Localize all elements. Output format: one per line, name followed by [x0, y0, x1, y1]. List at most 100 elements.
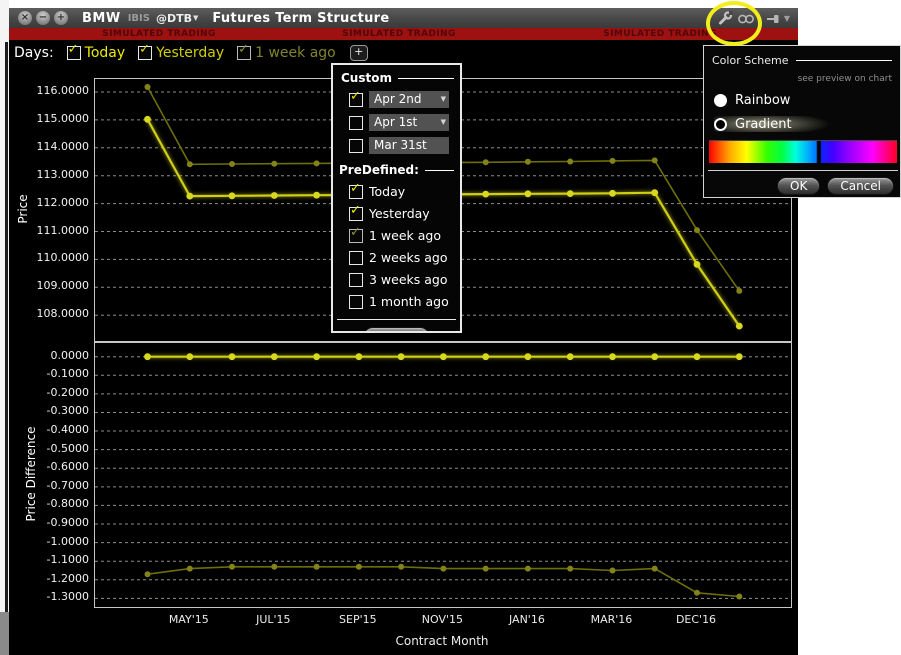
color-option-rainbow: Rainbow	[714, 92, 900, 108]
cancel-button[interactable]: Cancel	[827, 177, 894, 195]
predefined-section-header: PreDefined:	[339, 163, 454, 177]
plot-price-difference	[94, 342, 792, 608]
date-dropdown[interactable]: Apr 2nd▼	[369, 91, 449, 108]
background-window-corner	[0, 612, 9, 655]
x-tick-label: DEC'16	[676, 613, 716, 626]
predefined-checkbox[interactable]: ✓	[349, 229, 363, 243]
custom-date-row: Mar 31st	[349, 137, 460, 154]
preview-hint: see preview on chart	[704, 74, 892, 84]
ok-button[interactable]: OK	[777, 177, 820, 195]
caret-down-icon[interactable]: ▼	[784, 14, 790, 23]
rainbow-radio[interactable]	[714, 94, 727, 107]
day-checkbox[interactable]: ✓	[237, 46, 251, 60]
radio-label: Gradient	[735, 117, 792, 132]
gradient-radio[interactable]	[714, 118, 727, 131]
data-point	[314, 564, 320, 570]
x-tick-label: JUL'15	[256, 613, 290, 626]
app-window: ×−+ BMW IBIS @DTB ▼ Futures Term Structu…	[9, 8, 798, 655]
data-point	[483, 566, 489, 572]
custom-date-checkbox[interactable]: ✓	[349, 93, 363, 107]
predefined-label: 1 week ago	[369, 228, 441, 243]
venue-label[interactable]: @DTB	[156, 12, 192, 25]
link-icon[interactable]	[737, 12, 755, 26]
predefined-row-2-weeks-ago: 2 weeks ago	[349, 250, 460, 265]
y-tick-label: 113.0000	[9, 168, 89, 181]
pin-icon[interactable]	[766, 12, 780, 26]
data-point	[567, 159, 573, 165]
data-point	[525, 190, 532, 197]
simulated-trading-banner: SIMULATED TRADINGSIMULATED TRADINGSIMULA…	[9, 28, 798, 40]
y-tick-label: -1.0000	[9, 535, 89, 548]
radio-label: Rainbow	[735, 93, 790, 108]
data-point	[736, 323, 743, 330]
y-tick-label: 110.0000	[9, 251, 89, 264]
data-point	[144, 116, 151, 123]
data-point	[694, 227, 700, 233]
data-point	[736, 594, 742, 600]
close-button[interactable]: ×	[18, 11, 32, 25]
data-point	[652, 566, 658, 572]
predefined-checkbox[interactable]	[349, 251, 363, 265]
date-dropdown[interactable]: Mar 31st	[369, 137, 449, 154]
divider	[337, 319, 456, 320]
title-bar: ×−+ BMW IBIS @DTB ▼ Futures Term Structu…	[9, 8, 798, 28]
data-point	[694, 590, 700, 596]
custom-date-checkbox[interactable]	[349, 139, 363, 153]
date-dropdown-value: Apr 2nd	[374, 92, 438, 106]
x-tick-label: NOV'15	[422, 613, 463, 626]
divider	[398, 78, 454, 79]
data-point	[525, 159, 531, 165]
custom-section-title: Custom	[341, 71, 392, 85]
days-items: ✓Today✓Yesterday✓1 week ago	[54, 45, 336, 61]
data-point	[229, 353, 236, 360]
custom-date-checkbox[interactable]	[349, 116, 363, 130]
dropdown-caret-icon: ▼	[441, 95, 446, 103]
data-point	[271, 353, 278, 360]
venue-caret-icon[interactable]: ▼	[193, 14, 198, 22]
gradient-preview-bar[interactable]	[709, 140, 897, 163]
y-tick-label: 108.0000	[9, 307, 89, 320]
wrench-icon[interactable]	[717, 11, 733, 26]
data-point	[271, 564, 277, 570]
add-days-button[interactable]: +	[350, 45, 368, 61]
data-point	[186, 353, 193, 360]
y-tick-label: -0.2000	[9, 386, 89, 399]
dropdown-caret-icon: ▼	[441, 118, 446, 126]
predefined-row-today: ✓Today	[349, 184, 460, 199]
predefined-checkbox[interactable]	[349, 295, 363, 309]
day-checkbox[interactable]: ✓	[67, 46, 81, 60]
simulated-trading-text: SIMULATED TRADING	[603, 29, 717, 39]
y-tick-label: 116.0000	[9, 84, 89, 97]
day-toggle-1-week-ago: ✓ 1 week ago	[237, 45, 336, 61]
custom-date-row: ✓ Apr 2nd▼	[349, 91, 460, 108]
day-checkbox[interactable]: ✓	[138, 46, 152, 60]
data-point	[187, 566, 193, 572]
day-label: Yesterday	[156, 45, 224, 61]
predefined-label: 3 weeks ago	[369, 272, 448, 287]
y-tick-label: -0.7000	[9, 479, 89, 492]
data-point	[609, 353, 616, 360]
predefined-checkbox[interactable]: ✓	[349, 185, 363, 199]
simulated-trading-text: SIMULATED TRADING	[342, 29, 456, 39]
day-label: 1 week ago	[255, 45, 336, 61]
date-dropdown[interactable]: Apr 1st▼	[369, 114, 449, 131]
data-point	[229, 192, 236, 199]
predefined-checkbox[interactable]: ✓	[349, 207, 363, 221]
data-point	[313, 353, 320, 360]
days-label: Days:	[14, 45, 54, 61]
x-tick-label: MAY'15	[169, 613, 209, 626]
data-point	[356, 564, 362, 570]
custom-date-rows: ✓Apr 2nd▼Apr 1st▼Mar 31st	[333, 91, 460, 154]
data-point	[652, 157, 658, 163]
window-title: Futures Term Structure	[212, 11, 389, 26]
predefined-checkbox[interactable]	[349, 273, 363, 287]
data-point	[186, 193, 193, 200]
color-scheme-title: Color Scheme	[712, 54, 788, 67]
close-button[interactable]: Close	[363, 327, 429, 333]
predefined-row-1-month-ago: 1 month ago	[349, 294, 460, 309]
y-tick-label: -1.3000	[9, 590, 89, 603]
minimize-button[interactable]: −	[36, 11, 50, 25]
maximize-button[interactable]: +	[54, 11, 68, 25]
check-mark: ✓	[238, 43, 249, 56]
predefined-row-3-weeks-ago: 3 weeks ago	[349, 272, 460, 287]
